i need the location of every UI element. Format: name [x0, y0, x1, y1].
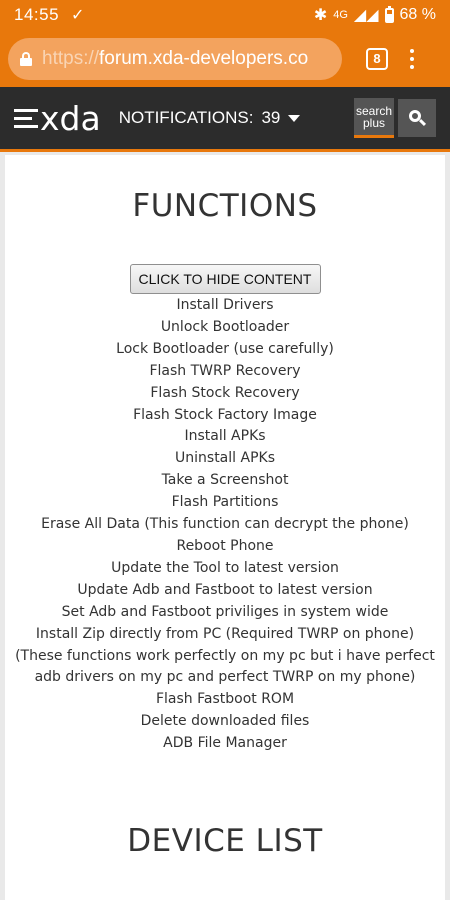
functions-heading: FUNCTIONS	[132, 188, 318, 224]
url-host: forum.xda-developers.co	[99, 47, 309, 69]
function-item: Reboot Phone	[176, 537, 274, 554]
search-button[interactable]	[398, 99, 436, 137]
function-item: ADB File Manager	[163, 735, 287, 752]
address-bar[interactable]: https://forum.xda-developers.co	[8, 37, 342, 80]
battery-percent: 68 %	[399, 6, 436, 23]
bluetooth-icon: ✱	[313, 7, 328, 24]
status-bar: 14:55 ✓ ✱ 4G ◢◢ 68 %	[0, 0, 450, 30]
search-plus-button[interactable]: search plus	[354, 98, 394, 138]
function-item: Install APKs	[184, 428, 266, 445]
function-item: Flash TWRP Recovery	[149, 362, 301, 379]
function-item: Install Zip directly from PC (Required T…	[15, 625, 435, 686]
search-icon	[409, 110, 427, 127]
function-item: Flash Partitions	[171, 494, 279, 511]
function-item: Erase All Data (This function can decryp…	[41, 516, 409, 533]
clock: 14:55	[14, 5, 60, 24]
functions-list: Install Drivers Unlock Bootloader Lock Boo…	[5, 295, 445, 755]
post-content: FUNCTIONS CLICK TO HIDE CONTENT Install …	[5, 155, 445, 900]
function-item: Update Adb and Fastboot to latest versio…	[77, 581, 373, 598]
notifications-dropdown[interactable]: NOTIFICATIONS: 39	[119, 108, 301, 128]
function-item: Install Drivers	[176, 297, 274, 313]
function-item: Flash Fastboot ROM	[155, 691, 295, 708]
device-list-heading: DEVICE LIST	[127, 823, 323, 860]
search-plus-line1: search	[355, 103, 393, 118]
search-plus-line2: plus	[362, 115, 385, 130]
signal-icon: ◢◢	[353, 7, 379, 24]
function-item: Flash Stock Factory Image	[133, 406, 317, 423]
function-item: Set Adb and Fastboot priviliges in syste…	[61, 603, 389, 620]
function-item: Lock Bootloader (use carefully)	[116, 340, 334, 357]
menu-lines-icon	[14, 108, 38, 128]
function-item: Update the Tool to latest version	[111, 559, 339, 576]
function-item: Delete downloaded files	[140, 713, 310, 730]
lock-icon	[20, 51, 32, 66]
download-done-icon: ✓	[71, 7, 85, 24]
xda-logo[interactable]: xda	[14, 102, 101, 135]
function-item: Uninstall APKs	[175, 450, 275, 467]
url-text: https://forum.xda-developers.co	[42, 48, 308, 70]
notifications-count: 39	[261, 108, 281, 127]
chevron-down-icon	[288, 114, 301, 122]
function-item: Unlock Bootloader	[160, 318, 290, 335]
status-icons: ✱ 4G ◢◢ 68 %	[314, 5, 436, 25]
url-scheme: https://	[42, 47, 100, 69]
site-header: xda NOTIFICATIONS: 39 search plus	[0, 87, 450, 152]
logo-text: xda	[40, 98, 101, 138]
battery-icon	[384, 5, 394, 23]
notifications-label: NOTIFICATIONS:	[118, 108, 254, 127]
overflow-menu-icon[interactable]	[410, 48, 414, 69]
function-item: Flash Stock Recovery	[150, 384, 300, 401]
network-type: 4G	[333, 9, 348, 21]
browser-toolbar: https://forum.xda-developers.co 8	[0, 30, 450, 87]
function-item: Take a Screenshot	[161, 472, 289, 489]
hide-content-button[interactable]: CLICK TO HIDE CONTENT	[129, 264, 321, 294]
tab-switcher-button[interactable]: 8	[366, 47, 388, 70]
